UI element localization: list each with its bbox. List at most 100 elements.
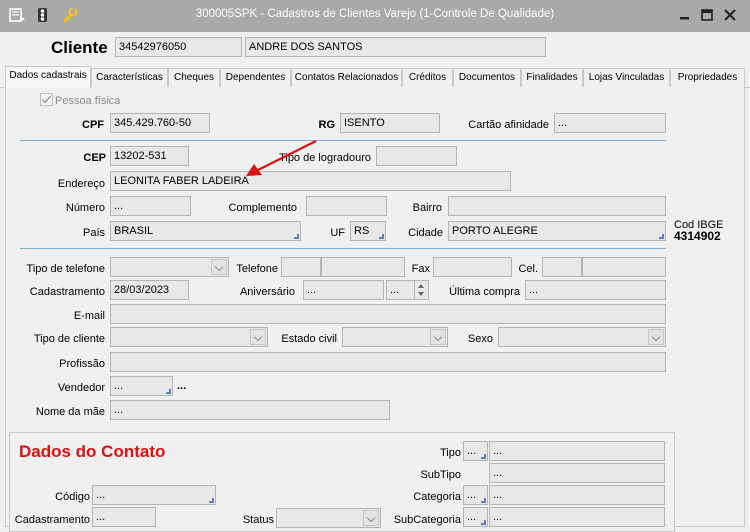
contato-codigo-value: ...	[96, 489, 106, 501]
tab-documentos[interactable]: Documentos	[453, 68, 521, 87]
telefone-ddd-field[interactable]	[281, 257, 321, 277]
lookup-icon[interactable]	[481, 498, 486, 503]
cidade-value: PORTO ALEGRE	[452, 225, 538, 237]
contato-cadastramento-label: Cadastramento	[14, 514, 90, 526]
tab-finalidades[interactable]: Finalidades	[521, 68, 583, 87]
contato-subtipo-label: SubTipo	[420, 469, 461, 481]
pais-label: País	[82, 227, 105, 239]
aniversario-day-field[interactable]: ...	[303, 280, 384, 300]
profissao-field[interactable]	[110, 352, 666, 372]
tab-propriedades[interactable]: Propriedades	[670, 68, 745, 87]
title-bar: 300005SPK - Cadastros de Clientes Varejo…	[0, 0, 750, 32]
nome-mae-field[interactable]: ...	[110, 400, 390, 420]
contato-status-select[interactable]	[276, 508, 381, 528]
close-icon[interactable]	[722, 8, 738, 22]
rg-label: RG	[318, 119, 336, 131]
aniversario-year-value: ...	[390, 284, 400, 296]
numero-field[interactable]: ...	[110, 196, 191, 216]
rg-field[interactable]: ISENTO	[340, 113, 440, 133]
restore-icon[interactable]	[699, 8, 715, 22]
cliente-name-field[interactable]: ANDRE DOS SANTOS	[245, 37, 546, 57]
tipo-telefone-select[interactable]	[110, 257, 229, 277]
cpf-field[interactable]: 345.429.760-50	[110, 113, 210, 133]
contato-categoria-code-field[interactable]: ...	[463, 485, 488, 505]
ultima-compra-field[interactable]: ...	[525, 280, 666, 300]
tab-cheques[interactable]: Cheques	[168, 68, 220, 87]
chevron-down-icon[interactable]	[250, 329, 266, 345]
complemento-field[interactable]	[306, 196, 387, 216]
contato-subcategoria-code-value: ...	[467, 511, 477, 523]
lookup-icon[interactable]	[209, 498, 214, 503]
chevron-down-icon[interactable]	[363, 510, 379, 526]
contato-subcategoria-field[interactable]: ...	[489, 507, 665, 527]
uf-value: RS	[354, 225, 370, 237]
cliente-code-field[interactable]: 34542976050	[115, 37, 242, 57]
spinner-icon[interactable]	[414, 281, 428, 299]
contato-tipo-code-field[interactable]: ...	[463, 441, 488, 461]
numero-label: Número	[65, 202, 105, 214]
separator	[20, 140, 666, 141]
cep-field[interactable]: 13202-531	[110, 146, 189, 166]
tab-creditos[interactable]: Créditos	[402, 68, 453, 87]
telefone-field[interactable]	[321, 257, 405, 277]
lookup-icon[interactable]	[481, 520, 486, 525]
aniversario-year-field[interactable]: ...	[386, 280, 429, 300]
vendedor-field[interactable]: ...	[110, 376, 173, 396]
estado-civil-select[interactable]	[342, 327, 448, 347]
chevron-down-icon[interactable]	[211, 259, 227, 275]
contato-subcategoria-label: SubCategoria	[393, 514, 461, 526]
contato-tipo-field[interactable]: ...	[489, 441, 665, 461]
contato-subcategoria-code-field[interactable]: ...	[463, 507, 488, 527]
chevron-down-icon[interactable]	[648, 329, 664, 345]
minimize-icon[interactable]	[677, 8, 693, 22]
contato-title: Dados do Contato	[19, 442, 166, 461]
tab-contatos-relacionados[interactable]: Contatos Relacionados	[291, 68, 402, 87]
lookup-icon[interactable]	[294, 234, 299, 239]
email-label: E-mail	[73, 310, 105, 322]
cel-field[interactable]	[582, 257, 666, 277]
tab-caracteristicas[interactable]: Características	[91, 68, 168, 87]
email-field[interactable]	[110, 304, 666, 324]
contato-cadastramento-field[interactable]: ...	[92, 507, 156, 527]
contato-tipo-label: Tipo	[440, 447, 461, 459]
contato-subtipo-field[interactable]: ...	[489, 463, 665, 483]
endereco-label: Endereço	[57, 178, 105, 190]
uf-label: UF	[330, 227, 345, 239]
contato-categoria-label: Categoria	[413, 491, 461, 503]
sexo-select[interactable]	[498, 327, 666, 347]
uf-field[interactable]: RS	[350, 221, 386, 241]
cliente-label: Cliente	[51, 38, 108, 57]
cel-ddd-field[interactable]	[542, 257, 582, 277]
tab-lojas-vinculadas[interactable]: Lojas Vinculadas	[583, 68, 670, 87]
fax-field[interactable]	[433, 257, 512, 277]
tab-dados-cadastrais[interactable]: Dados cadastrais	[5, 66, 91, 88]
cidade-field[interactable]: PORTO ALEGRE	[448, 221, 666, 241]
lookup-icon[interactable]	[166, 389, 171, 394]
tab-dependentes[interactable]: Dependentes	[220, 68, 291, 87]
contato-categoria-field[interactable]: ...	[489, 485, 665, 505]
cel-label: Cel.	[518, 263, 538, 275]
contato-codigo-field[interactable]: ...	[92, 485, 216, 505]
cadastramento-label: Cadastramento	[29, 286, 105, 298]
profissao-label: Profissão	[59, 358, 105, 370]
contato-codigo-label: Código	[55, 491, 90, 503]
cod-ibge-value: 4314902	[674, 229, 721, 243]
cartao-afinidade-field[interactable]: ...	[554, 113, 666, 133]
cadastramento-field[interactable]: 28/03/2023	[110, 280, 189, 300]
contato-status-label: Status	[242, 514, 274, 526]
lookup-icon[interactable]	[659, 234, 664, 239]
bairro-field[interactable]	[448, 196, 666, 216]
estado-civil-label: Estado civil	[281, 333, 337, 345]
ultima-compra-label: Última compra	[449, 286, 520, 298]
lookup-icon[interactable]	[379, 234, 384, 239]
pessoa-fisica-checkbox[interactable]	[40, 93, 53, 106]
tipo-cliente-select[interactable]	[110, 327, 268, 347]
pais-field[interactable]: BRASIL	[110, 221, 301, 241]
window-title: 300005SPK - Cadastros de Clientes Varejo…	[195, 8, 555, 20]
lookup-icon[interactable]	[481, 454, 486, 459]
tipo-telefone-label: Tipo de telefone	[26, 263, 105, 275]
tipo-logradouro-field[interactable]	[376, 146, 457, 166]
pais-value: BRASIL	[114, 225, 154, 237]
aniversario-label: Aniversário	[239, 286, 295, 298]
chevron-down-icon[interactable]	[430, 329, 446, 345]
